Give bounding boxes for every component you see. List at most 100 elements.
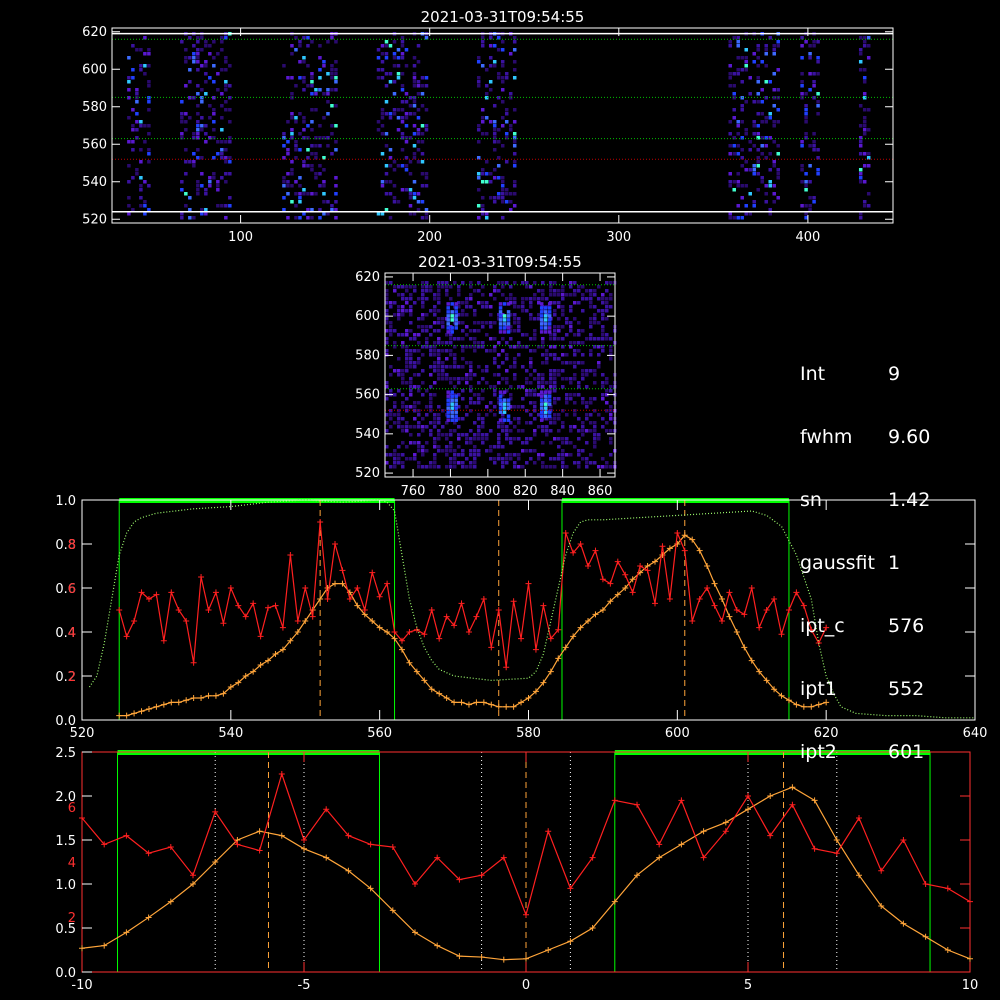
heatmap-pixel	[433, 421, 437, 425]
heatmap-pixel	[573, 445, 577, 449]
heatmap-pixel	[512, 40, 517, 44]
heatmap-pixel	[306, 84, 310, 88]
heatmap-pixel	[593, 433, 597, 437]
info-key: ipt1	[800, 678, 837, 700]
heatmap-pixel	[416, 108, 421, 112]
heatmap-pixel	[601, 385, 605, 389]
heatmap-pixel	[196, 92, 200, 96]
heatmap-pixel	[437, 353, 441, 357]
heatmap-pixel	[537, 453, 541, 457]
heatmap-pixel	[469, 337, 473, 341]
heatmap-pixel	[314, 152, 318, 156]
heatmap-pixel	[421, 317, 425, 321]
heatmap-pixel	[380, 184, 385, 188]
heatmap-pixel	[593, 337, 597, 341]
heatmap-pixel	[508, 52, 513, 56]
heatmap-pixel	[405, 365, 409, 369]
heatmap-pixel	[812, 84, 816, 88]
heatmap-pixel	[393, 369, 397, 373]
profile-point	[767, 793, 774, 799]
heatmap-pixel	[196, 120, 200, 124]
heatmap-pixel	[408, 112, 413, 116]
heatmap-pixel	[517, 321, 521, 325]
heatmap-pixel	[204, 64, 208, 68]
heatmap-pixel	[433, 341, 437, 345]
heatmap-pixel	[404, 100, 409, 104]
heatmap-pixel	[477, 437, 481, 441]
heatmap-pixel	[417, 341, 421, 345]
heatmap-pixel	[605, 381, 609, 385]
heatmap-pixel	[493, 373, 497, 377]
heatmap-pixel	[314, 176, 318, 180]
heatmap-pixel	[512, 192, 517, 196]
heatmap-pixel	[449, 441, 453, 445]
heatmap-pixel	[533, 429, 537, 433]
heatmap-pixel	[533, 377, 537, 381]
heatmap-pixel	[513, 313, 517, 317]
heatmap-pixel	[732, 180, 736, 184]
heatmap-pixel	[388, 80, 393, 84]
y-tick-label: 580	[82, 100, 107, 115]
heatmap-pixel	[384, 164, 389, 168]
heatmap-pixel	[804, 104, 808, 108]
heatmap-pixel	[405, 361, 409, 365]
heatmap-pixel	[200, 36, 204, 40]
heatmap-pixel	[581, 293, 585, 297]
intensity-point	[324, 596, 331, 602]
heatmap-pixel	[501, 461, 505, 465]
heatmap-pixel	[310, 92, 314, 96]
heatmap-pixel	[573, 353, 577, 357]
heatmap-pixel	[477, 281, 481, 285]
heatmap-pixel	[500, 188, 505, 192]
heatmap-pixel	[385, 381, 389, 385]
heatmap-pixel	[485, 349, 489, 353]
heatmap-pixel	[776, 120, 780, 124]
intensity-point	[510, 598, 517, 605]
heatmap-pixel	[473, 341, 477, 345]
heatmap-pixel	[200, 100, 204, 104]
heatmap-pixel	[131, 208, 135, 212]
heatmap-pixel	[401, 441, 405, 445]
heatmap-pixel	[450, 390, 454, 394]
heatmap-pixel	[318, 76, 322, 80]
heatmap-pixel	[489, 305, 493, 309]
heatmap-pixel	[204, 132, 208, 136]
heatmap-pixel	[776, 40, 780, 44]
intensity-point	[599, 576, 606, 583]
heatmap-pixel	[605, 401, 609, 405]
heatmap-pixel	[393, 285, 397, 289]
profile-point	[458, 699, 465, 706]
heatmap-pixel	[533, 449, 537, 453]
intensity-point	[656, 841, 663, 848]
heatmap-pixel	[425, 389, 429, 393]
heatmap-pixel	[334, 88, 338, 92]
heatmap-pixel	[454, 318, 458, 322]
heatmap-pixel	[204, 192, 208, 196]
heatmap-pixel	[139, 160, 143, 164]
heatmap-pixel	[465, 457, 469, 461]
heatmap-pixel	[609, 453, 613, 457]
heatmap-pixel	[772, 200, 776, 204]
heatmap-pixel	[469, 285, 473, 289]
heatmap-pixel	[529, 393, 533, 397]
heatmap-pixel	[547, 390, 552, 394]
heatmap-pixel	[302, 212, 306, 216]
heatmap-pixel	[433, 329, 437, 333]
heatmap-pixel	[549, 429, 553, 433]
heatmap-pixel	[573, 401, 577, 405]
heatmap-pixel	[290, 128, 294, 132]
heatmap-pixel	[400, 44, 405, 48]
heatmap-pixel	[433, 465, 437, 469]
heatmap-pixel	[135, 112, 139, 116]
profile-point	[718, 596, 725, 602]
heatmap-pixel	[505, 341, 509, 345]
heatmap-pixel	[433, 361, 437, 365]
heatmap-pixel	[812, 144, 816, 148]
y-tick-label: 580	[355, 348, 380, 363]
heatmap-pixel	[380, 132, 385, 136]
heatmap-pixel	[553, 337, 557, 341]
heatmap-pixel	[862, 180, 867, 184]
heatmap-pixel	[413, 361, 417, 365]
heatmap-pixel	[445, 453, 449, 457]
heatmap-pixel	[744, 64, 748, 68]
